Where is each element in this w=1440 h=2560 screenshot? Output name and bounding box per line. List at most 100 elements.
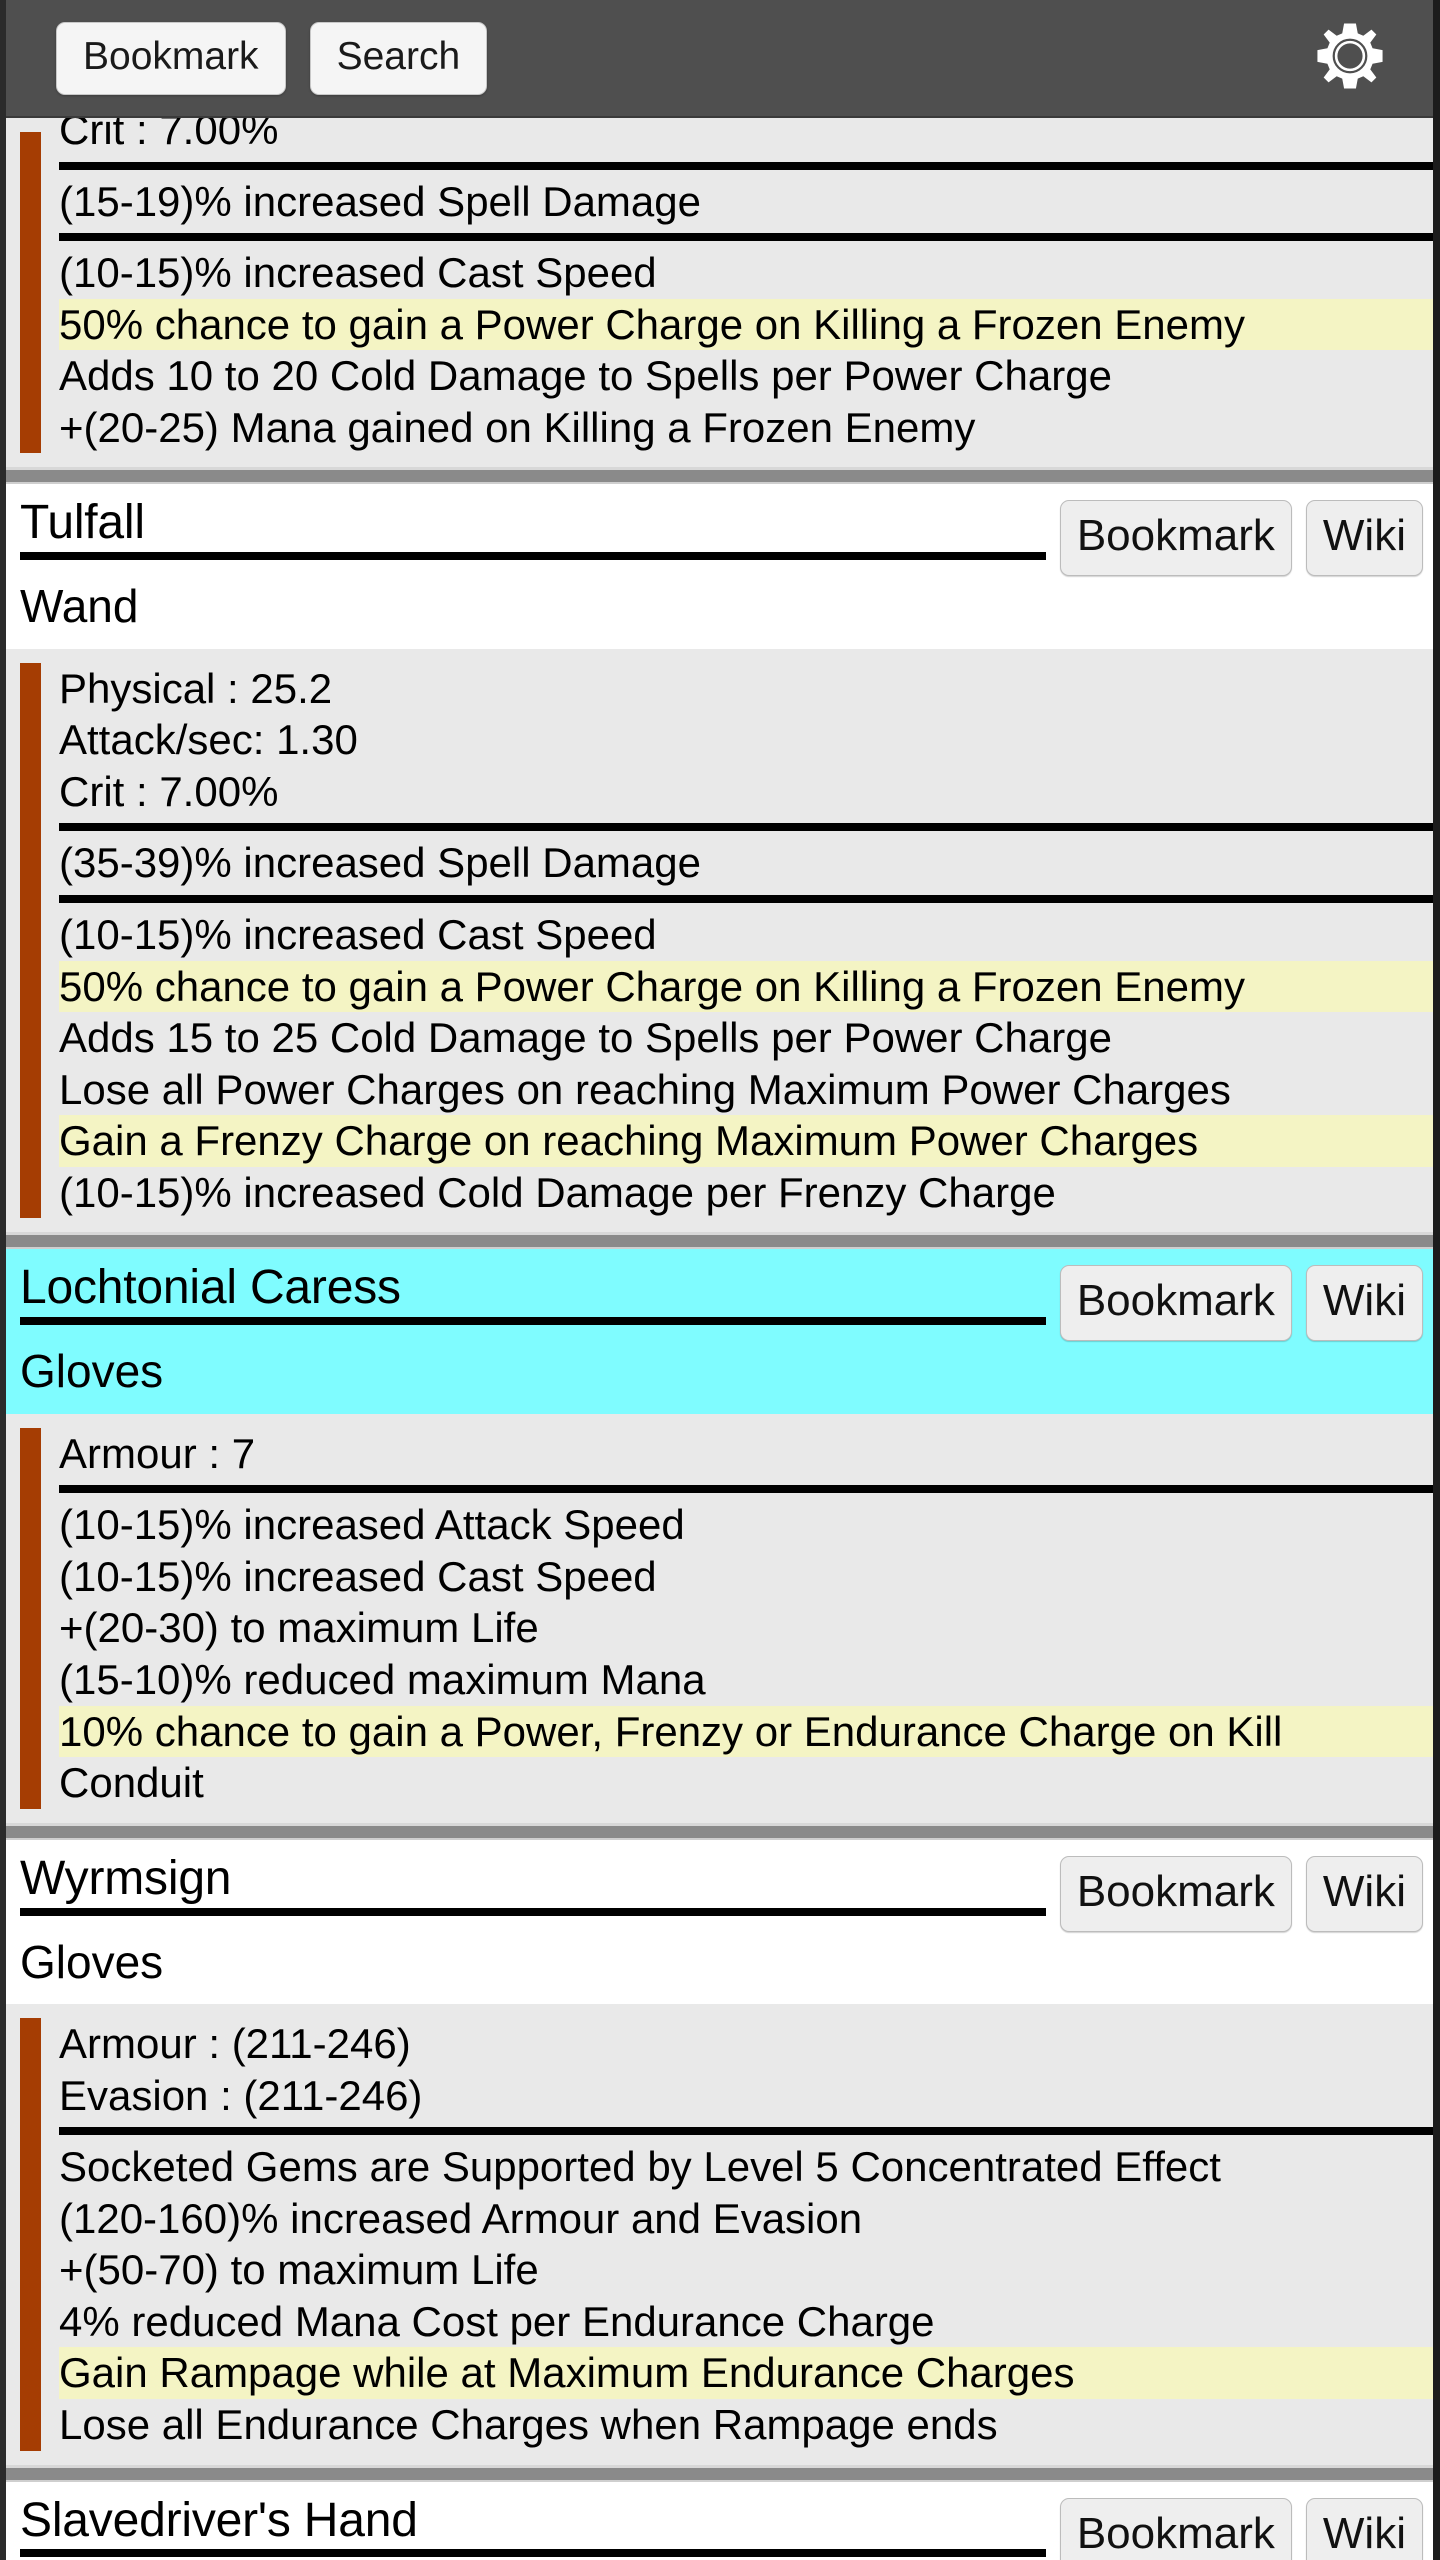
item-accent-bar [20, 2018, 41, 2451]
item-header-row: Tulfall Bookmark Wiki [6, 484, 1433, 577]
item-bookmark-button[interactable]: Bookmark [1059, 1265, 1292, 1342]
item-name: Tulfall [20, 496, 145, 550]
item-name-column: Slavedriver's Hand [20, 2493, 1060, 2558]
item-header-row: Slavedriver's Hand Bookmark Wiki [6, 2482, 1433, 2560]
stat-line: +(20-25) Mana gained on Killing a Frozen… [59, 403, 976, 451]
stat-line: (15-10)% reduced maximum Mana [59, 1655, 706, 1703]
stat-line: Lose all Power Charges on reaching Maxim… [59, 1065, 1231, 1113]
stat-divider [59, 2127, 1433, 2136]
item-accent-bar [20, 662, 41, 1219]
item-header[interactable]: Lochtonial Caress Bookmark Wiki Gloves [6, 1249, 1433, 1414]
stat-line: (15-19)% increased Spell Damage [59, 177, 701, 225]
stat-divider [59, 1485, 1433, 1494]
stat-line: Conduit [59, 1759, 204, 1807]
stat-divider [59, 894, 1433, 903]
stat-line: (35-39)% increased Spell Damage [59, 839, 701, 887]
item-stats: Crit : 7.00% (15-19)% increased Spell Dam… [6, 118, 1433, 468]
stat-line: (120-160)% increased Armour and Evasion [59, 2194, 863, 2242]
item-stats: Armour : (211-246) Evasion : (211-246) Soc… [6, 2004, 1433, 2465]
stat-divider [59, 161, 1433, 170]
item-header-row: Wyrmsign Bookmark Wiki [6, 1840, 1433, 1932]
stat-line: Physical : 25.2 [59, 664, 333, 712]
item-card[interactable]: Wyrmsign Bookmark Wiki Gloves Armour : (211-… [6, 1839, 1433, 2465]
item-name-column: Tulfall [20, 496, 1060, 561]
stat-line: Evasion : (211-246) [59, 2071, 423, 2119]
stat-line: (10-15)% increased Cold Damage per Frenz… [59, 1168, 1056, 1216]
item-accent-bar [20, 1427, 41, 1809]
item-stat-lines: Crit : 7.00% (15-19)% increased Spell Dam… [6, 118, 1433, 453]
stat-line: Crit : 7.00% [59, 118, 279, 153]
item-separator [6, 1232, 1433, 1250]
item-header-row: Lochtonial Caress Bookmark Wiki [6, 1249, 1433, 1342]
stat-line: (10-15)% increased Cast Speed [59, 1552, 657, 1600]
stat-line: Crit : 7.00% [59, 767, 279, 815]
item-stats: Physical : 25.2 Attack/sec: 1.30 Crit : 7.… [6, 648, 1433, 1233]
stat-line: (10-15)% increased Cast Speed [59, 910, 657, 958]
item-name-column: Lochtonial Caress [20, 1261, 1060, 1326]
item-name-underline [20, 1907, 1046, 1916]
item-stats: Armour : 7 (10-15)% increased Attack Spee… [6, 1413, 1433, 1823]
item-name-column: Wyrmsign [20, 1851, 1060, 1916]
item-wiki-button[interactable]: Wiki [1305, 500, 1423, 577]
item-name: Slavedriver's Hand [20, 2493, 418, 2547]
stat-line: Lose all Endurance Charges when Rampage … [59, 2400, 998, 2448]
stat-divider [59, 823, 1433, 832]
stat-line-highlighted: Gain Rampage while at Maximum Endurance … [59, 2347, 1433, 2399]
stat-divider [59, 233, 1433, 242]
stat-line: Adds 15 to 25 Cold Damage to Spells per … [59, 1014, 1112, 1062]
stat-line-highlighted: Gain a Frenzy Charge on reaching Maximum… [59, 1115, 1433, 1167]
app-root: Bookmark Search Crit : 7.00% (15-19)% inc… [0, 0, 1440, 2560]
item-wiki-button[interactable]: Wiki [1305, 1855, 1423, 1932]
item-stat-lines: Armour : (211-246) Evasion : (211-246) Soc… [6, 2018, 1433, 2450]
item-header-buttons: Bookmark Wiki [1059, 1263, 1423, 1342]
gear-icon [1313, 19, 1387, 98]
stat-line: +(50-70) to maximum Life [59, 2246, 539, 2294]
stat-line: +(20-30) to maximum Life [59, 1604, 539, 1652]
item-wiki-button[interactable]: Wiki [1305, 1265, 1423, 1342]
item-stat-lines: Armour : 7 (10-15)% increased Attack Spee… [6, 1428, 1433, 1809]
item-type: Gloves [20, 1935, 164, 1988]
stat-line: (10-15)% increased Attack Speed [59, 1501, 685, 1549]
item-accent-bar [20, 132, 41, 454]
item-card[interactable]: Crit : 7.00% (15-19)% increased Spell Dam… [6, 118, 1433, 468]
stat-line-highlighted: 50% chance to gain a Power Charge on Kil… [59, 298, 1433, 351]
item-separator [6, 1822, 1433, 1840]
item-card[interactable]: Tulfall Bookmark Wiki Wand Physical : 25.2 At… [6, 484, 1433, 1233]
item-separator [6, 2464, 1433, 2482]
stat-line: Armour : 7 [59, 1429, 256, 1477]
item-card[interactable]: Slavedriver's HandBookmarkWikiGlovesEvas… [6, 2481, 1433, 2560]
item-name-underline [20, 1317, 1046, 1326]
item-name-underline [20, 552, 1046, 561]
item-name: Lochtonial Caress [20, 1261, 401, 1315]
stat-line-highlighted: 10% chance to gain a Power, Frenzy or En… [59, 1705, 1433, 1758]
item-name: Wyrmsign [20, 1851, 232, 1905]
stat-line: Adds 10 to 20 Cold Damage to Spells per … [59, 352, 1112, 400]
item-type: Gloves [20, 1345, 164, 1398]
item-name-underline [20, 2549, 1046, 2558]
item-wiki-button[interactable]: Wiki [1305, 2497, 1423, 2560]
stat-line-highlighted: 50% chance to gain a Power Charge on Kil… [59, 960, 1433, 1013]
stat-line: Socketed Gems are Supported by Level 5 C… [59, 2143, 1221, 2191]
stat-line: (10-15)% increased Cast Speed [59, 249, 657, 297]
item-bookmark-button[interactable]: Bookmark [1059, 1855, 1292, 1932]
item-card[interactable]: Lochtonial Caress Bookmark Wiki Gloves Armou… [6, 1249, 1433, 1823]
item-header-buttons: Bookmark Wiki [1059, 2496, 1423, 2560]
item-bookmark-button[interactable]: Bookmark [1059, 500, 1292, 577]
stat-line: 4% reduced Mana Cost per Endurance Charg… [59, 2297, 935, 2345]
settings-button[interactable] [1313, 19, 1387, 98]
stat-line: Armour : (211-246) [59, 2020, 411, 2068]
item-header[interactable]: Wyrmsign Bookmark Wiki Gloves [6, 1839, 1433, 2005]
item-header-buttons: Bookmark Wiki [1059, 1854, 1423, 1932]
item-header[interactable]: Tulfall Bookmark Wiki Wand [6, 484, 1433, 649]
top-toolbar: Bookmark Search [6, 0, 1433, 118]
search-button[interactable]: Search [309, 21, 488, 95]
item-header[interactable]: Slavedriver's HandBookmarkWikiGloves [6, 2481, 1433, 2560]
item-stat-lines: Physical : 25.2 Attack/sec: 1.30 Crit : 7.… [6, 663, 1433, 1218]
stat-line: Attack/sec: 1.30 [59, 716, 358, 764]
item-separator [6, 467, 1433, 485]
item-type: Wand [20, 580, 139, 633]
item-bookmark-button[interactable]: Bookmark [1059, 2497, 1292, 2560]
item-header-buttons: Bookmark Wiki [1059, 498, 1423, 577]
bookmark-button[interactable]: Bookmark [56, 21, 286, 95]
item-list[interactable]: Crit : 7.00% (15-19)% increased Spell Dam… [6, 118, 1433, 2560]
